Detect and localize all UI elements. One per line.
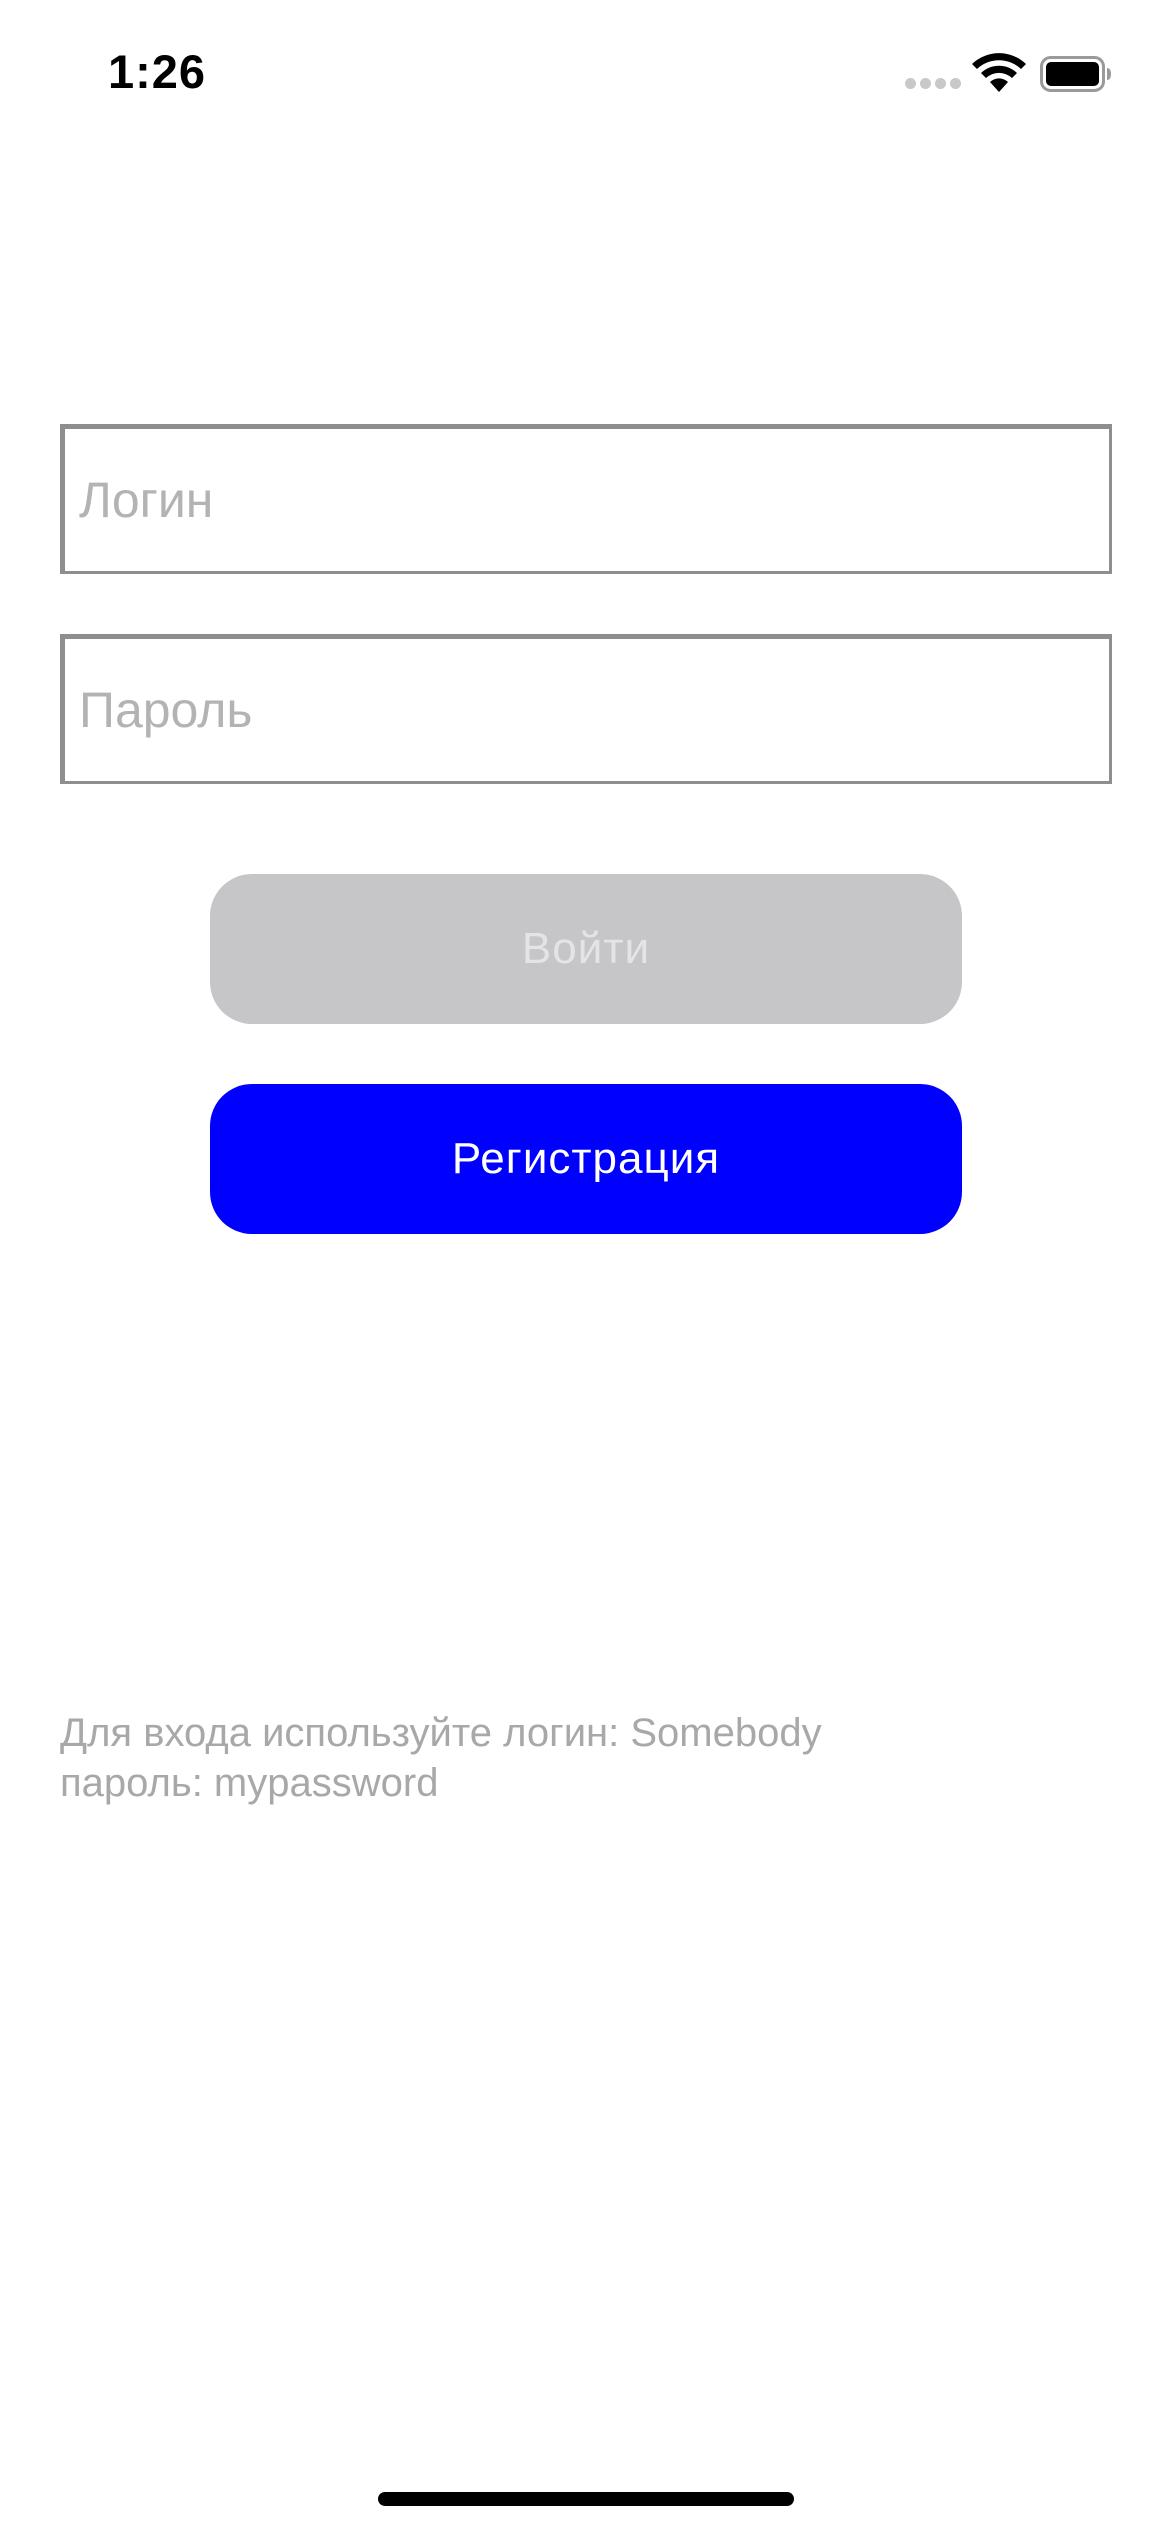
credentials-hint: Для входа используйте логин: Somebody па… bbox=[60, 1708, 1060, 1808]
battery-icon bbox=[1040, 56, 1111, 92]
password-field[interactable] bbox=[60, 634, 1112, 784]
home-indicator[interactable] bbox=[378, 2492, 794, 2506]
register-button-label: Регистрация bbox=[451, 1134, 721, 1183]
login-button-label: Войти bbox=[521, 924, 651, 973]
cellular-signal-icon bbox=[905, 78, 963, 92]
login-input[interactable] bbox=[79, 429, 1079, 571]
login-field[interactable] bbox=[60, 424, 1112, 574]
hint-line-password: пароль: mypassword bbox=[60, 1761, 439, 1805]
status-time: 1:26 bbox=[108, 45, 207, 98]
login-button[interactable]: Войти bbox=[210, 874, 962, 1024]
wifi-icon bbox=[972, 53, 1026, 92]
status-bar: 1:26 bbox=[0, 0, 1170, 150]
password-input[interactable] bbox=[79, 639, 1079, 781]
register-button[interactable]: Регистрация bbox=[210, 1084, 962, 1234]
hint-line-login: Для входа используйте логин: Somebody bbox=[60, 1711, 822, 1755]
